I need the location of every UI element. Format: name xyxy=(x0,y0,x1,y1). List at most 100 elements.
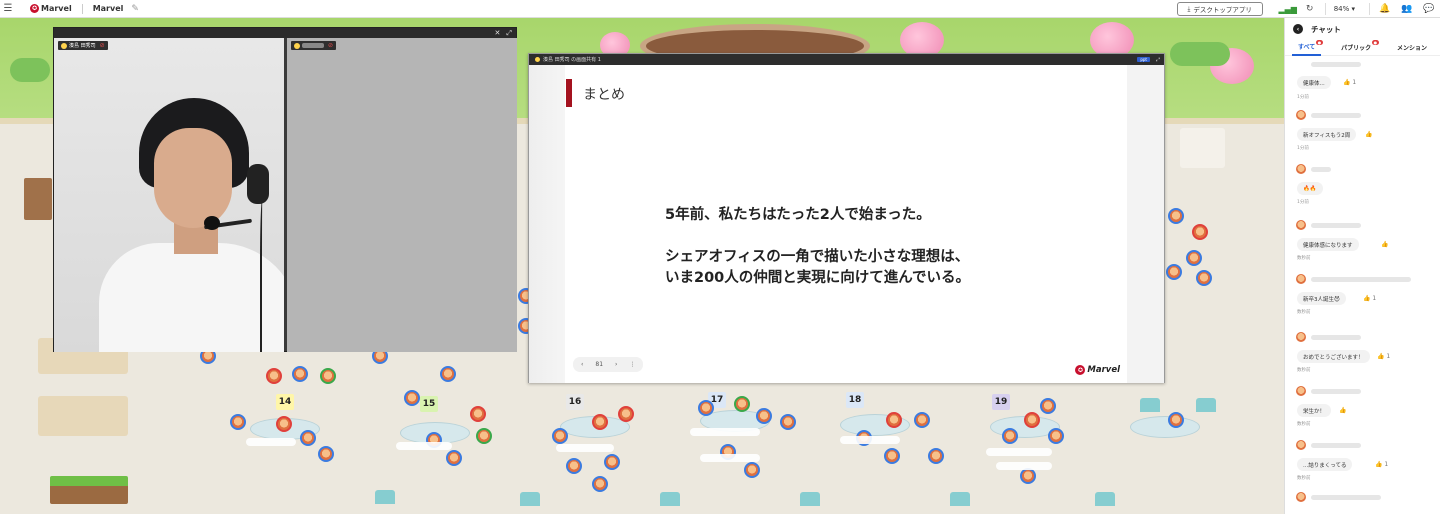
speaker-body xyxy=(99,243,284,352)
sender-avatar xyxy=(1296,274,1306,284)
user-avatar[interactable] xyxy=(698,400,714,416)
user-avatar[interactable] xyxy=(1168,412,1184,428)
download-icon: ⤓ xyxy=(1187,4,1191,13)
brand-name: Marvel xyxy=(41,4,72,13)
refresh-icon[interactable]: ↻ xyxy=(1299,4,1321,14)
user-avatar[interactable] xyxy=(566,458,582,474)
message-bubble: ...詰りまくってる xyxy=(1297,458,1353,471)
user-avatar[interactable] xyxy=(266,368,282,384)
user-avatar[interactable] xyxy=(1002,428,1018,444)
user-avatar[interactable] xyxy=(292,366,308,382)
reaction-count[interactable]: 👍 1 xyxy=(1377,353,1390,360)
user-avatar[interactable] xyxy=(780,414,796,430)
table-number: 16 xyxy=(566,394,584,410)
user-avatar[interactable] xyxy=(318,446,334,462)
user-avatar[interactable] xyxy=(734,396,750,412)
user-avatar[interactable] xyxy=(446,450,462,466)
tab-mention[interactable]: メンション xyxy=(1391,40,1433,56)
expand-icon[interactable]: ⤢ xyxy=(506,29,512,38)
user-name-label xyxy=(246,438,296,446)
user-avatar[interactable] xyxy=(470,406,486,422)
user-avatar[interactable] xyxy=(1020,468,1036,484)
zoom-select[interactable]: 84% ▾ xyxy=(1334,5,1355,13)
connection-signal-icon[interactable]: ▂▄▆ xyxy=(1277,5,1299,14)
message-time: 数秒前 xyxy=(1297,256,1311,261)
bush xyxy=(10,58,50,82)
user-avatar[interactable] xyxy=(618,406,634,422)
user-avatar[interactable] xyxy=(1048,428,1064,444)
tab-mention-label: メンション xyxy=(1397,45,1428,52)
video-tile-speaker[interactable]: 湊島 田秀司 ⊘ xyxy=(54,38,284,352)
message-time: 1分前 xyxy=(1297,200,1309,205)
user-avatar[interactable] xyxy=(404,390,420,406)
message-bubble: 健康体感になります xyxy=(1297,238,1359,251)
bell-icon[interactable]: 🔔 xyxy=(1374,4,1396,14)
members-icon[interactable]: 👥 xyxy=(1396,4,1418,14)
table-number: 18 xyxy=(846,392,864,408)
hamburger-menu-icon[interactable]: ☰ xyxy=(0,3,16,14)
more-options-icon[interactable]: ⋮ xyxy=(629,361,635,368)
reaction-count[interactable]: 👍 xyxy=(1339,407,1346,414)
video-call-window[interactable]: ✕ ⤢ 湊島 田秀司 ⊘ ⊘ xyxy=(53,27,517,352)
back-icon[interactable]: ‹ xyxy=(1293,24,1303,34)
screen-share-title: 湊島 田秀司 の画面共有 1 xyxy=(543,57,601,63)
reaction-count[interactable]: 👍 1 xyxy=(1343,79,1356,86)
message-time: 1分前 xyxy=(1297,146,1309,151)
desktop-app-button[interactable]: ⤓ デスクトップアプリ xyxy=(1176,2,1263,16)
sender-avatar xyxy=(1296,110,1306,120)
user-avatar[interactable] xyxy=(1168,208,1184,224)
expand-icon[interactable]: ⤢ xyxy=(1156,57,1160,63)
user-avatar[interactable] xyxy=(1166,264,1182,280)
chair xyxy=(1140,398,1160,412)
message-bubble: 新卒3人誕生😈 xyxy=(1297,292,1346,305)
chair xyxy=(520,492,540,506)
slide-logo-text: Marvel xyxy=(1087,365,1120,375)
user-avatar[interactable] xyxy=(744,462,760,478)
chat-toggle-icon[interactable]: 💬 xyxy=(1418,4,1440,14)
participant-name: 湊島 田秀司 xyxy=(69,43,96,49)
screen-share-bar: 湊島 田秀司 の画面共有 1 ppt ⤢ xyxy=(529,54,1164,65)
participant-name-hidden xyxy=(302,43,324,48)
tab-public[interactable]: パブリック ● xyxy=(1335,39,1380,56)
reaction-count[interactable]: 👍 xyxy=(1365,131,1372,138)
user-avatar[interactable] xyxy=(1024,412,1040,428)
prev-page-icon[interactable]: ‹ xyxy=(581,361,583,368)
user-avatar[interactable] xyxy=(1192,224,1208,240)
next-page-icon[interactable]: › xyxy=(615,361,617,368)
user-avatar[interactable] xyxy=(276,416,292,432)
user-avatar[interactable] xyxy=(886,412,902,428)
user-avatar[interactable] xyxy=(440,366,456,382)
user-avatar[interactable] xyxy=(476,428,492,444)
divider xyxy=(81,3,83,14)
chair xyxy=(660,492,680,506)
video-tile-participant[interactable]: ⊘ xyxy=(287,38,517,352)
participant-name-chip: ⊘ xyxy=(291,41,337,50)
edit-icon[interactable]: ✎ xyxy=(131,4,139,14)
brand-logo[interactable]: ✪ Marvel xyxy=(30,4,72,13)
screen-share-window[interactable]: 湊島 田秀司 の画面共有 1 ppt ⤢ まとめ 5年前、私たちはたった2人で始… xyxy=(528,53,1165,383)
reaction-count[interactable]: 👍 1 xyxy=(1363,295,1376,302)
user-avatar[interactable] xyxy=(592,414,608,430)
user-avatar[interactable] xyxy=(914,412,930,428)
user-avatar[interactable] xyxy=(1186,250,1202,266)
close-icon[interactable]: ✕ xyxy=(495,29,501,37)
sender-name-hidden xyxy=(1311,495,1381,500)
user-avatar[interactable] xyxy=(928,448,944,464)
user-avatar[interactable] xyxy=(884,448,900,464)
user-avatar[interactable] xyxy=(230,414,246,430)
planter xyxy=(50,476,128,504)
tab-all[interactable]: すべて ● xyxy=(1291,39,1324,56)
reaction-count[interactable]: 👍 xyxy=(1381,241,1388,248)
user-avatar[interactable] xyxy=(756,408,772,424)
user-avatar[interactable] xyxy=(300,430,316,446)
user-avatar[interactable] xyxy=(604,454,620,470)
topbar-controls: ⤓ デスクトップアプリ ▂▄▆ ↻ 84% ▾ 🔔 👥 💬 xyxy=(1176,0,1440,18)
message-time: 数秒前 xyxy=(1297,310,1311,315)
marvel-logo-icon: ✪ xyxy=(30,4,39,13)
user-avatar[interactable] xyxy=(320,368,336,384)
reaction-count[interactable]: 👍 1 xyxy=(1375,461,1388,468)
user-avatar[interactable] xyxy=(1196,270,1212,286)
user-avatar[interactable] xyxy=(552,428,568,444)
user-avatar[interactable] xyxy=(592,476,608,492)
user-avatar[interactable] xyxy=(1040,398,1056,414)
